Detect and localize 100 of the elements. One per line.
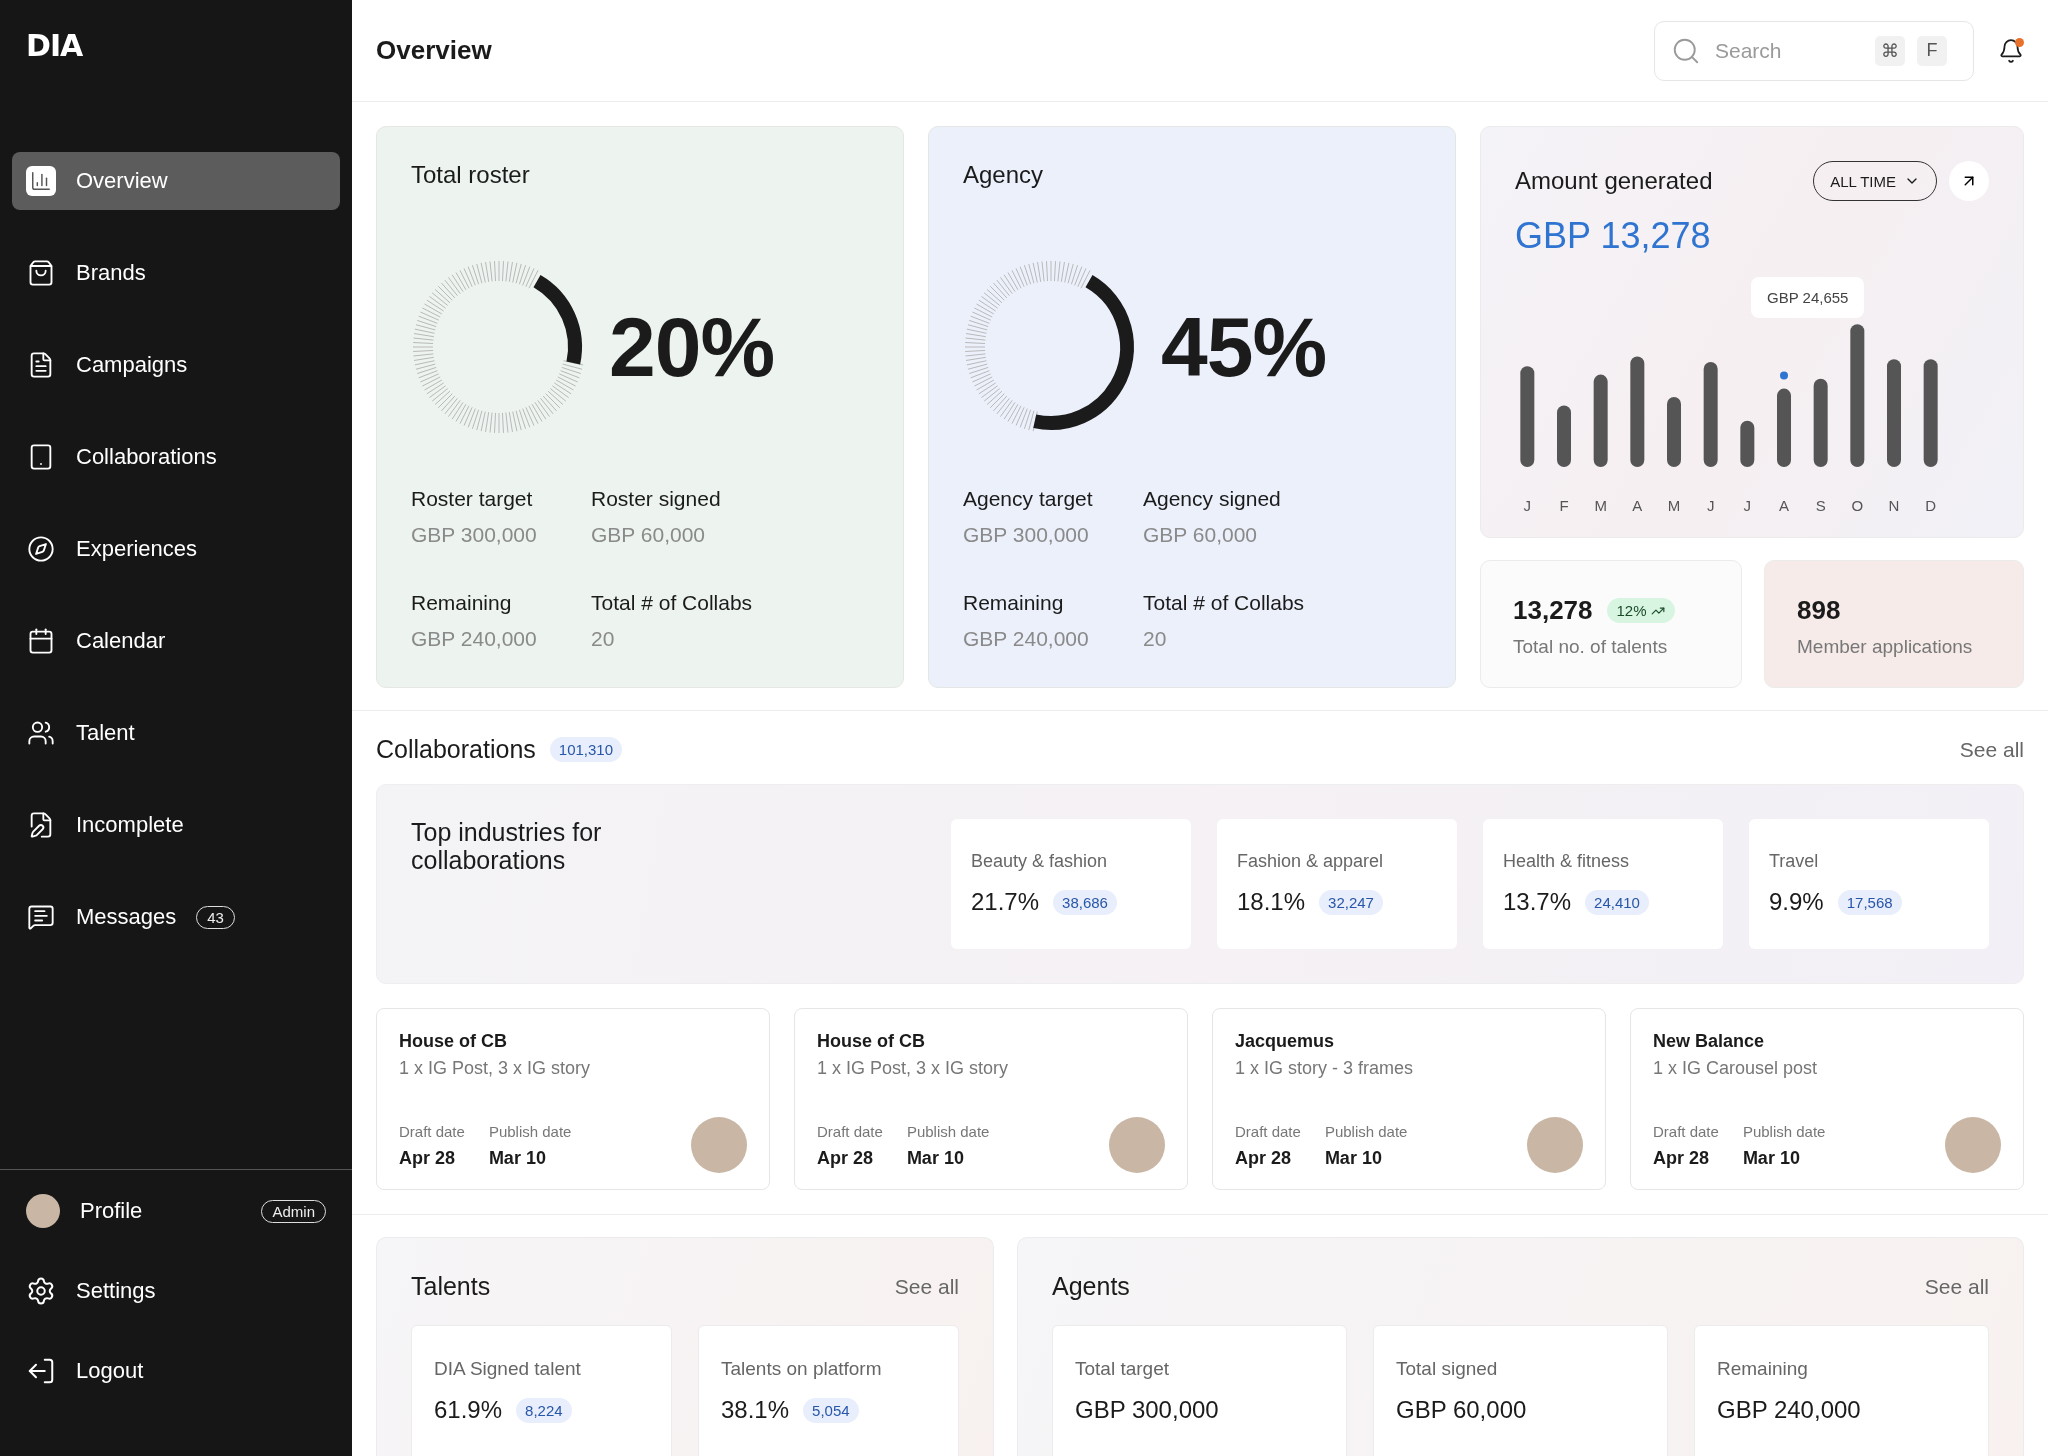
shortcut-key: F (1917, 35, 1947, 66)
industry-label: Travel (1769, 851, 1820, 872)
stat-label: Talents on platform (721, 1358, 883, 1380)
date-value: Mar 10 (488, 1148, 547, 1169)
stat-value: 20 (1143, 627, 1168, 651)
avatar (1109, 1117, 1165, 1173)
month-label: J (1522, 497, 1533, 514)
nav-item[interactable]: Campaigns (12, 336, 340, 394)
section-title: Agents (1052, 1272, 1130, 1301)
deliverable: 1 x IG Carousel post (1653, 1058, 1819, 1079)
see-all-link[interactable]: See all (1924, 1274, 1989, 1299)
month-label: M (1593, 497, 1608, 514)
nav-item[interactable]: Brands (12, 244, 340, 302)
date-label: Draft date (1653, 1123, 1719, 1140)
nav-item[interactable]: Messages 43 (12, 888, 340, 946)
month-label: J (1705, 497, 1716, 514)
logout-icon (26, 1356, 56, 1386)
month-label: A (1778, 497, 1790, 514)
count-badge: 8,224 (516, 1397, 572, 1423)
brand-name: New Balance (1653, 1031, 1766, 1052)
stat-label: Member applications (1797, 636, 1974, 658)
avatar (691, 1117, 747, 1173)
count-badge: 38,686 (1053, 889, 1117, 915)
avatar (1945, 1117, 2001, 1173)
nav-item[interactable]: Experiences (12, 520, 340, 578)
date-label: Publish date (1324, 1123, 1408, 1140)
date-label: Publish date (1742, 1123, 1826, 1140)
count-badge: 24,410 (1585, 889, 1649, 915)
stat-label: Total signed (1396, 1358, 1499, 1380)
date-label: Publish date (488, 1123, 572, 1140)
collaboration-card[interactable]: House of CB 1 x IG Post, 3 x IG story Draft date Apr 28 Publish date Mar 10 (376, 1008, 770, 1190)
nav-item[interactable]: Collaborations (12, 428, 340, 486)
date-value: Mar 10 (1324, 1148, 1383, 1169)
nav-item[interactable]: Overview (12, 152, 340, 210)
month-label: N (1887, 497, 1901, 514)
deliverable: 1 x IG Post, 3 x IG story (817, 1058, 1010, 1079)
stat-label: Agency target (963, 487, 1094, 511)
shortcut-key: ⌘ (1875, 35, 1905, 66)
deliverable: 1 x IG story - 3 frames (1235, 1058, 1415, 1079)
stat-value: GBP 60,000 (1396, 1396, 1527, 1424)
growth-badge: 12% (1606, 598, 1675, 623)
industry-share: 21.7% (971, 888, 1040, 916)
stat-value: 38.1% (721, 1396, 790, 1424)
talent-count: 13,278 (1513, 595, 1593, 626)
settings-icon (26, 1276, 56, 1306)
nav-item[interactable]: Calendar (12, 612, 340, 670)
stat-label: Roster target (411, 487, 534, 511)
expand-button[interactable] (1949, 161, 1989, 201)
collaboration-card[interactable]: New Balance 1 x IG Carousel post Draft date Apr 28 Publish date Mar 10 (1630, 1008, 2024, 1190)
industry-label: Health & fitness (1503, 851, 1631, 872)
stat-value: GBP 300,000 (411, 523, 538, 547)
date-label: Draft date (399, 1123, 465, 1140)
application-count: 898 (1797, 595, 1841, 625)
date-value: Apr 28 (817, 1148, 875, 1169)
stat-value: GBP 60,000 (1143, 523, 1259, 547)
collaboration-card[interactable]: Jacquemus 1 x IG story - 3 frames Draft date Apr 28 Publish date Mar 10 (1212, 1008, 1606, 1190)
nav-item[interactable]: Incomplete (12, 796, 340, 854)
date-label: Draft date (1235, 1123, 1301, 1140)
stat-value: GBP 240,000 (963, 627, 1090, 651)
date-label: Publish date (906, 1123, 990, 1140)
date-value: Mar 10 (906, 1148, 965, 1169)
stat-value: GBP 60,000 (591, 523, 707, 547)
month-label: O (1850, 497, 1865, 514)
avatar (1527, 1117, 1583, 1173)
collaboration-card[interactable]: House of CB 1 x IG Post, 3 x IG story Draft date Apr 28 Publish date Mar 10 (794, 1008, 1188, 1190)
stat-label: Total # of Collabs (591, 591, 754, 615)
count-badge: 17,568 (1837, 889, 1902, 915)
stat-value: GBP 240,000 (1717, 1396, 1861, 1424)
industry-label: Beauty & fashion (971, 851, 1109, 872)
brand-name: House of CB (399, 1031, 508, 1052)
date-value: Apr 28 (1235, 1148, 1293, 1169)
nav-item[interactable]: Talent (12, 704, 340, 762)
stat-label: Remaining (411, 591, 513, 615)
nav-item[interactable]: Settings (12, 1262, 340, 1320)
stat-value: 20 (591, 627, 616, 651)
industry-label: Fashion & apparel (1237, 851, 1385, 872)
count-badge: 32,247 (1319, 889, 1383, 915)
stat-label: Remaining (1717, 1358, 1809, 1380)
stat-label: DIA Signed talent (434, 1358, 582, 1380)
section-title: Collaborations (376, 735, 536, 764)
industry-share: 18.1% (1237, 888, 1306, 916)
search-input[interactable]: Search (1713, 37, 1863, 64)
date-label: Draft date (817, 1123, 883, 1140)
percentage: 45% (1161, 298, 1327, 396)
stat-label: Total target (1075, 1358, 1170, 1380)
stat-value: GBP 300,000 (1075, 1396, 1219, 1424)
stat-label: Remaining (963, 591, 1065, 615)
nav-item[interactable]: Logout (12, 1342, 340, 1400)
nav-item[interactable]: Profile Admin (12, 1182, 340, 1240)
brand-name: Jacquemus (1235, 1031, 1336, 1052)
stat-label: Roster signed (591, 487, 722, 511)
panel-title: Top industries for collaborations (411, 819, 603, 876)
bell-icon[interactable] (1998, 37, 2024, 64)
see-all-link[interactable]: See all (1959, 737, 2024, 762)
stat-value: 61.9% (434, 1396, 503, 1424)
brand-name: House of CB (817, 1031, 926, 1052)
month-label: S (1814, 497, 1827, 514)
see-all-link[interactable]: See all (894, 1274, 959, 1299)
compass-icon (26, 534, 56, 564)
chart-tooltip: GBP 24,655 (1751, 277, 1865, 318)
